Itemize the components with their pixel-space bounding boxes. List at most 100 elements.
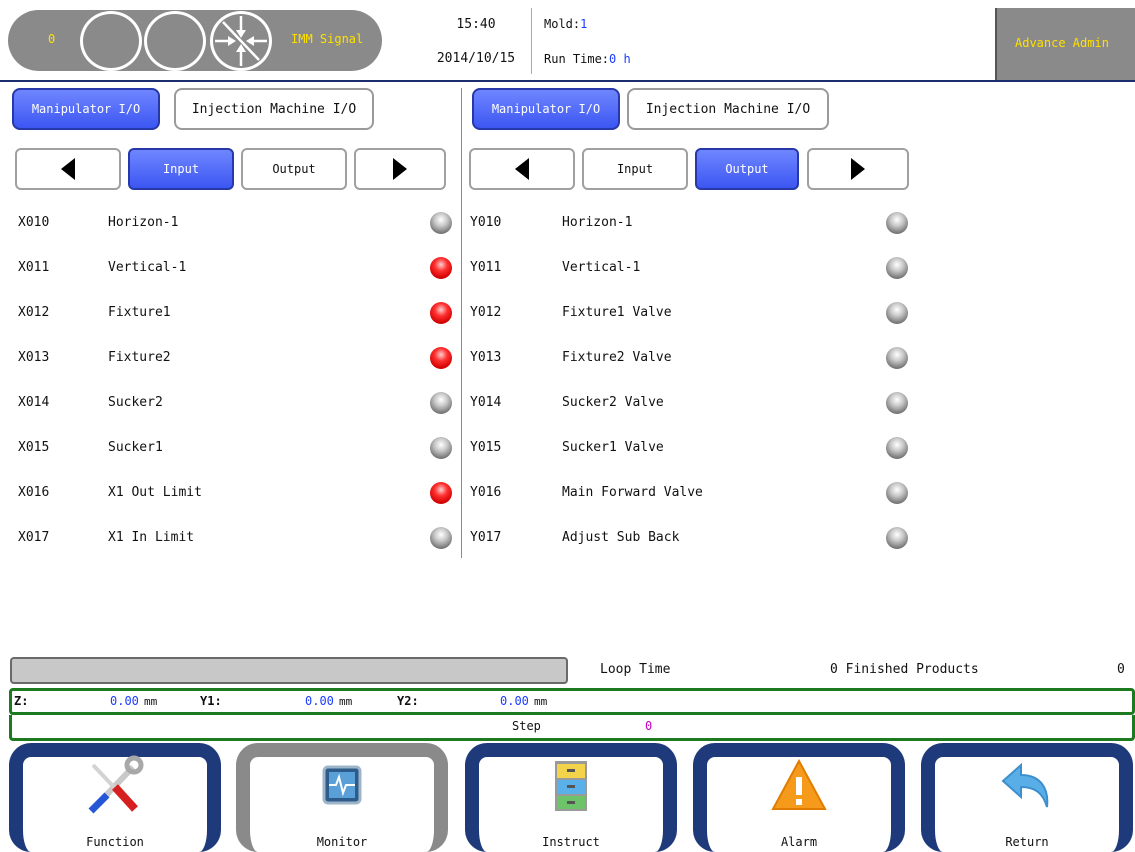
arrow-right-icon — [393, 158, 407, 180]
next-page-button[interactable] — [807, 148, 909, 190]
io-name: X1 In Limit — [108, 530, 195, 545]
io-code: X013 — [18, 350, 50, 365]
io-row: X013 Fixture2 — [0, 335, 460, 381]
io-row: Y011 Vertical-1 — [462, 245, 922, 291]
io-row: Y012 Fixture1 Valve — [462, 290, 922, 336]
nav-monitor-button[interactable]: Monitor — [236, 743, 448, 852]
io-code: Y016 — [470, 485, 502, 500]
mold-label: Mold: — [544, 17, 581, 31]
imm-count: 0 — [48, 32, 56, 46]
nav-function-button[interactable]: Function — [9, 743, 221, 852]
step-bar: Step 0 — [9, 715, 1135, 741]
prev-page-button[interactable] — [469, 148, 575, 190]
arrow-left-icon — [61, 158, 75, 180]
io-name: Sucker1 Valve — [562, 440, 664, 455]
output-button[interactable]: Output — [695, 148, 799, 190]
imm-signal-lamp-2 — [144, 11, 206, 71]
io-name: Fixture2 — [108, 350, 171, 365]
input-button[interactable]: Input — [128, 148, 234, 190]
nav-label: Function — [86, 835, 144, 849]
input-panel: Manipulator I/O Injection Machine I/O In… — [0, 88, 460, 558]
io-name: Sucker1 — [108, 440, 163, 455]
next-page-button[interactable] — [354, 148, 446, 190]
nav-return-button[interactable]: Return — [921, 743, 1133, 852]
finished-products-label: 0 Finished Products — [830, 662, 979, 677]
user-level-button[interactable]: Advance Admin — [995, 8, 1135, 80]
io-row: X014 Sucker2 — [0, 380, 460, 426]
nav-label: Alarm — [780, 835, 818, 849]
tab-manipulator-io[interactable]: Manipulator I/O — [12, 88, 160, 130]
nav-alarm-button[interactable]: Alarm — [693, 743, 905, 852]
input-button[interactable]: Input — [582, 148, 688, 190]
io-name: Horizon-1 — [562, 215, 633, 230]
tab-injection-machine-io[interactable]: Injection Machine I/O — [174, 88, 374, 130]
clock: 15:40 — [456, 17, 496, 32]
io-code: Y010 — [470, 215, 502, 230]
date: 2014/10/15 — [436, 51, 516, 66]
finished-products-value: 0 — [1117, 662, 1125, 677]
io-code: X014 — [18, 395, 50, 410]
status-led-icon — [886, 527, 908, 549]
run-time-line: Run Time:0 h — [544, 52, 631, 66]
status-led-icon — [886, 302, 908, 324]
axis-y2-label: Y2: — [397, 694, 419, 708]
axis-y2-value: 0.00 — [500, 694, 529, 708]
io-row: X017 X1 In Limit — [0, 515, 460, 561]
imm-signal-indicator: 0 IMM Signal — [8, 10, 382, 71]
monitor-icon — [322, 765, 362, 805]
io-code: Y013 — [470, 350, 502, 365]
io-code: X012 — [18, 305, 50, 320]
status-header: 0 IMM Signal 15:40 2014/10/15 Mold:1 Run… — [0, 0, 1135, 82]
io-row: X011 Vertical-1 — [0, 245, 460, 291]
loop-time-label: Loop Time — [600, 662, 671, 677]
io-name: Vertical-1 — [108, 260, 187, 275]
status-led-icon — [886, 392, 908, 414]
mold-close-icon — [210, 11, 272, 71]
file-cabinet-icon — [555, 761, 587, 811]
tab-injection-machine-io[interactable]: Injection Machine I/O — [627, 88, 829, 130]
axis-position-bar: Z: 0.00 mm Y1: 0.00 mm Y2: 0.00 mm — [9, 688, 1135, 715]
axis-z-value: 0.00 — [110, 694, 139, 708]
io-name: Vertical-1 — [562, 260, 641, 275]
io-code: X015 — [18, 440, 50, 455]
io-code: Y012 — [470, 305, 502, 320]
io-name: X1 Out Limit — [108, 485, 202, 500]
run-time-label: Run Time: — [544, 52, 610, 66]
io-row: Y010 Horizon-1 — [462, 200, 922, 246]
io-row: Y015 Sucker1 Valve — [462, 425, 922, 471]
io-name: Sucker2 — [108, 395, 163, 410]
status-led-icon — [886, 212, 908, 234]
output-button[interactable]: Output — [241, 148, 347, 190]
io-name: Fixture1 Valve — [562, 305, 672, 320]
nav-instruct-button[interactable]: Instruct — [465, 743, 677, 852]
status-led-icon — [430, 302, 452, 324]
io-name: Horizon-1 — [108, 215, 179, 230]
io-name: Main Forward Valve — [562, 485, 703, 500]
tab-manipulator-io[interactable]: Manipulator I/O — [472, 88, 620, 130]
mold-value: 1 — [580, 17, 588, 31]
io-code: X010 — [18, 215, 50, 230]
datetime-display: 15:40 2014/10/15 — [420, 8, 532, 74]
nav-label: Return — [1005, 835, 1049, 849]
io-row: X015 Sucker1 — [0, 425, 460, 471]
axis-y2-unit: mm — [534, 695, 548, 708]
io-code: Y015 — [470, 440, 502, 455]
status-led-icon — [430, 347, 452, 369]
io-name: Fixture2 Valve — [562, 350, 672, 365]
status-led-icon — [430, 437, 452, 459]
output-panel: Manipulator I/O Injection Machine I/O In… — [461, 88, 921, 558]
step-label: Step — [512, 719, 541, 733]
io-code: X011 — [18, 260, 50, 275]
warning-icon — [771, 758, 827, 810]
tools-icon — [88, 755, 144, 814]
status-led-icon — [430, 482, 452, 504]
cycle-progress-bar — [10, 657, 568, 684]
io-name: Sucker2 Valve — [562, 395, 664, 410]
io-row: X016 X1 Out Limit — [0, 470, 460, 516]
prev-page-button[interactable] — [15, 148, 121, 190]
axis-y1-value: 0.00 — [305, 694, 334, 708]
status-led-icon — [886, 482, 908, 504]
status-led-icon — [430, 212, 452, 234]
run-time-value: 0 h — [609, 52, 631, 66]
status-led-icon — [886, 437, 908, 459]
